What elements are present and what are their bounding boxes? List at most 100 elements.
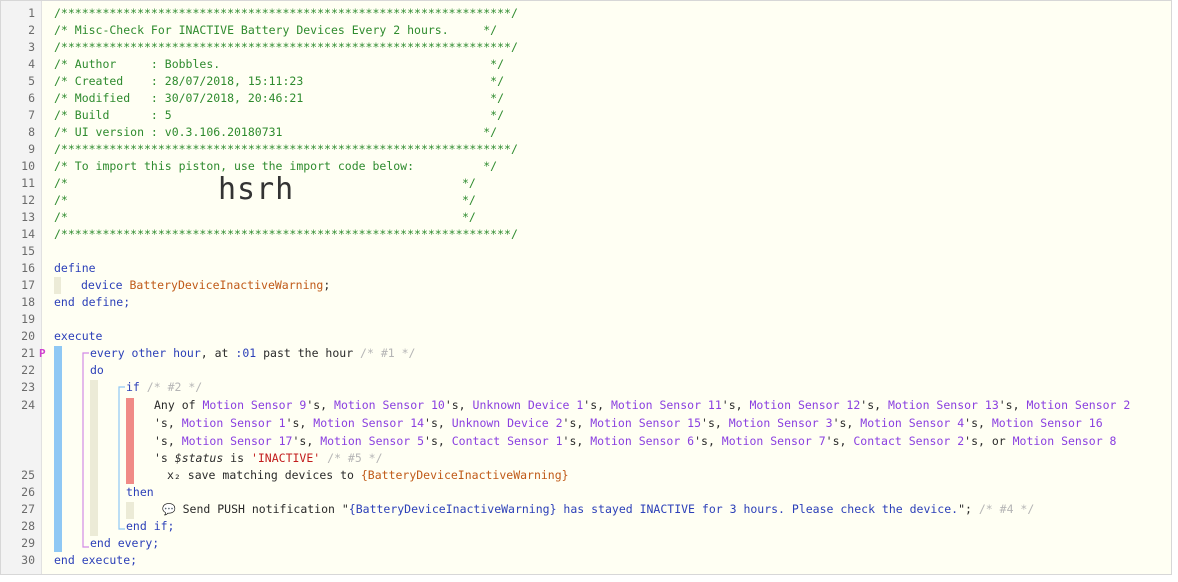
line-number: 19	[21, 312, 35, 326]
device-name: Motion Sensor 4	[860, 416, 965, 430]
device-name: Contact Sensor 2	[853, 434, 965, 448]
line-number: 5	[28, 74, 35, 88]
line-number: 28	[21, 519, 35, 533]
line-number: 13	[21, 210, 35, 224]
device-name: Motion Sensor 15	[590, 416, 702, 430]
variable-icon: x₂	[167, 468, 181, 482]
end-if[interactable]: end if;	[126, 518, 174, 535]
line-number: 27	[21, 502, 35, 516]
end-define[interactable]: end define;	[54, 294, 130, 311]
line-number-gutter: 1 2 3 4 5 6 7 8 9 10 11 12 13 14 15 16 1…	[1, 1, 42, 574]
device-name: Unknown Device 1	[472, 398, 584, 412]
condition-line[interactable]: 's $status is 'INACTIVE' /* #5 */	[154, 450, 383, 467]
header-border: /***************************************…	[54, 40, 518, 54]
condition-line[interactable]: Any of Motion Sensor 9's, Motion Sensor …	[154, 397, 1130, 414]
device-name: Motion Sensor 8	[1012, 434, 1117, 448]
chat-bubble-icon: 💬	[162, 503, 176, 516]
separator: 's,	[285, 416, 314, 430]
do-block-bar	[90, 380, 98, 536]
import-code[interactable]: hsrh	[218, 175, 294, 205]
device-name: Unknown Device 2	[451, 416, 563, 430]
line-number: 23	[21, 380, 35, 394]
line-number: 20	[21, 329, 35, 343]
is-operator: is	[223, 451, 251, 465]
statement-comment: /* #1 */	[360, 346, 416, 360]
every-keyword: every other hour	[90, 346, 201, 360]
device-name: Motion Sensor 2	[1026, 398, 1131, 412]
header-border: /***************************************…	[54, 227, 518, 241]
line-number: 30	[21, 553, 35, 567]
separator: 's,	[562, 416, 591, 430]
define-keyword[interactable]: define	[54, 260, 96, 277]
save-variable: {BatteryDeviceInactiveWarning}	[360, 468, 569, 482]
separator: 's	[154, 451, 175, 465]
code-editor[interactable]: 1 2 3 4 5 6 7 8 9 10 11 12 13 14 15 16 1…	[0, 0, 1172, 575]
send-text: Send PUSH notification "	[175, 502, 349, 516]
line-number: 7	[28, 108, 35, 122]
then-block-bar	[126, 502, 134, 519]
line-number: 16	[21, 261, 35, 275]
status-attribute: $status	[174, 451, 224, 465]
device-name: Motion Sensor 5	[320, 434, 425, 448]
device-variable: BatteryDeviceInactiveWarning	[129, 278, 324, 292]
header-author: /* Author : Bobbles. */	[54, 57, 505, 71]
line-number: 10	[21, 159, 35, 173]
at-text: , at	[200, 346, 236, 360]
line-number: 29	[21, 536, 35, 550]
line-number: 8	[28, 125, 35, 139]
header-build: /* Build : 5 */	[54, 108, 505, 122]
every-statement[interactable]: every other hour, at :01 past the hour /…	[90, 345, 415, 362]
header-modified: /* Modified : 30/07/2018, 20:46:21 */	[54, 91, 505, 105]
do-keyword[interactable]: do	[90, 362, 104, 379]
device-declaration[interactable]: device BatteryDeviceInactiveWarning;	[81, 277, 330, 294]
device-name: Motion Sensor 11	[611, 398, 722, 412]
end-execute[interactable]: end execute;	[54, 552, 137, 569]
separator: 's,	[562, 434, 591, 448]
device-name: Motion Sensor 16	[991, 416, 1103, 430]
header-border: /***************************************…	[54, 142, 518, 156]
statement-comment: /* #4 */	[978, 502, 1035, 516]
then-keyword[interactable]: then	[126, 484, 154, 501]
device-name: Contact Sensor 1	[451, 434, 563, 448]
line-number: 21	[21, 346, 35, 360]
condition-bar	[126, 398, 134, 484]
condition-line[interactable]: 's, Motion Sensor 1's, Motion Sensor 14'…	[154, 415, 1103, 432]
line-number: 9	[28, 142, 35, 156]
line-number: 4	[28, 57, 35, 71]
separator: 's,	[701, 416, 729, 430]
separator: 's,	[154, 434, 182, 448]
header-title: /* Misc-Check For INACTIVE Battery Devic…	[54, 23, 498, 37]
device-keyword: device	[81, 278, 123, 292]
line-number: 1	[28, 6, 35, 20]
execute-block-bar	[54, 346, 62, 552]
separator: 's,	[306, 398, 335, 412]
line-number: 17	[21, 278, 35, 292]
line-number: 24	[21, 398, 35, 412]
send-end: ";	[958, 502, 972, 516]
line-number: 22	[21, 363, 35, 377]
line-number: 26	[21, 485, 35, 499]
separator: 's,	[444, 398, 473, 412]
header-blank-right: */	[462, 193, 476, 207]
line-number: 15	[21, 244, 35, 258]
anyof-text: Any of	[154, 398, 203, 412]
condition-line[interactable]: 's, Motion Sensor 17's, Motion Sensor 5'…	[154, 433, 1116, 450]
save-matching-devices[interactable]: x₂ save matching devices to {BatteryDevi…	[167, 467, 569, 484]
separator: 's,	[964, 416, 992, 430]
device-name: Motion Sensor 13	[887, 398, 999, 412]
header-blank-left: /*	[54, 210, 68, 224]
push-notification-action[interactable]: 💬 Send PUSH notification "{BatteryDevice…	[162, 501, 1034, 518]
separator: 's,	[832, 416, 861, 430]
save-text: save matching devices to	[180, 468, 361, 482]
device-name: Motion Sensor 1	[181, 416, 286, 430]
header-blank-left: /*	[54, 176, 68, 190]
separator: 's,	[154, 416, 182, 430]
execute-keyword[interactable]: execute	[54, 328, 102, 345]
statement-comment: /* #2 */	[146, 380, 203, 394]
if-bracket	[118, 386, 125, 530]
end-every[interactable]: end every;	[90, 535, 159, 552]
line-number: 2	[28, 23, 35, 37]
line-number: 11	[21, 176, 35, 190]
device-name: Motion Sensor 12	[749, 398, 861, 412]
if-statement[interactable]: if /* #2 */	[126, 379, 202, 396]
